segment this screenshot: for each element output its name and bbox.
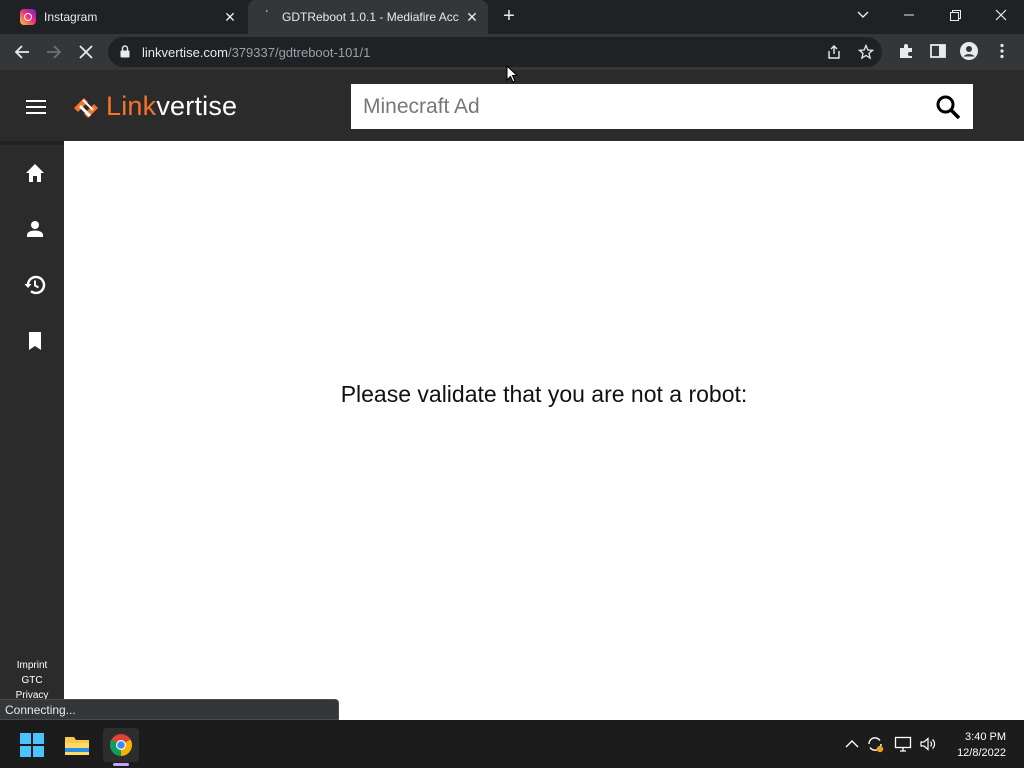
linkvertise-logo-icon — [74, 98, 98, 118]
chevron-down-icon — [857, 11, 869, 18]
sidebar: Imprint GTC Privacy — [0, 145, 64, 720]
main-content: Please validate that you are not a robot… — [64, 141, 1024, 720]
person-icon[interactable] — [23, 217, 47, 241]
new-tab-button[interactable]: + — [498, 6, 520, 28]
forward-button[interactable] — [40, 38, 68, 66]
star-icon[interactable] — [858, 44, 874, 60]
stop-button[interactable] — [72, 38, 100, 66]
windows-taskbar: 3:40 PM 12/8/2022 — [0, 720, 1024, 768]
close-icon — [79, 45, 93, 59]
folder-icon — [65, 737, 89, 755]
chrome-icon — [110, 734, 132, 756]
windows-icon — [20, 733, 44, 757]
more-vertical-icon[interactable] — [993, 42, 1011, 60]
arrow-right-icon — [47, 45, 62, 59]
url-text: linkvertise.com/379337/gdtreboot-101/1 — [142, 45, 371, 60]
arrow-left-icon — [14, 45, 29, 59]
window-close-button[interactable] — [978, 0, 1024, 30]
back-button[interactable] — [8, 38, 36, 66]
chrome-taskbar-button[interactable] — [103, 728, 139, 762]
sync-icon[interactable] — [866, 735, 884, 753]
lock-icon[interactable] — [120, 45, 130, 58]
bookmark-icon[interactable] — [23, 329, 47, 353]
close-icon — [995, 9, 1007, 21]
profile-icon[interactable] — [960, 42, 978, 60]
file-explorer-button[interactable] — [59, 728, 95, 762]
status-bubble: Connecting... — [0, 699, 339, 720]
system-clock[interactable]: 3:40 PM 12/8/2022 — [957, 729, 1006, 761]
logo-text: Linkvertise — [106, 90, 238, 121]
clock-time: 3:40 PM — [965, 731, 1006, 743]
tab-title: Instagram — [44, 10, 98, 24]
restore-icon — [949, 9, 961, 21]
imprint-link[interactable]: Imprint — [0, 660, 64, 671]
linkvertise-logo[interactable]: Linkvertise — [70, 90, 237, 122]
tab-gdtreboot[interactable]: GDTReboot 1.0.1 - Mediafire Acc ✕ — [248, 0, 488, 34]
site-search — [351, 84, 973, 129]
address-bar[interactable]: linkvertise.com/379337/gdtreboot-101/1 — [108, 37, 882, 67]
search-input[interactable] — [363, 94, 923, 120]
close-icon[interactable]: ✕ — [464, 9, 480, 25]
extensions-icon[interactable] — [897, 42, 915, 60]
clock-date: 12/8/2022 — [957, 747, 1006, 759]
history-icon[interactable] — [23, 273, 47, 297]
chevron-up-icon[interactable] — [843, 735, 861, 753]
network-icon[interactable] — [894, 735, 912, 753]
mouse-cursor-icon — [506, 65, 518, 83]
restore-button[interactable] — [932, 0, 978, 30]
tab-instagram[interactable]: Instagram ✕ — [0, 0, 246, 34]
loading-icon — [258, 9, 274, 25]
volume-icon[interactable] — [919, 735, 937, 753]
minimize-icon — [904, 14, 914, 16]
home-icon[interactable] — [23, 161, 47, 185]
search-icon[interactable] — [935, 94, 961, 120]
close-icon[interactable]: ✕ — [222, 9, 238, 25]
tab-strip: Instagram ✕ GDTReboot 1.0.1 - Mediafire … — [0, 0, 1024, 34]
menu-icon[interactable] — [26, 100, 46, 118]
active-app-indicator — [113, 763, 129, 766]
tab-search-button[interactable] — [840, 0, 886, 30]
side-panel-icon[interactable] — [929, 42, 947, 60]
tab-title: GDTReboot 1.0.1 - Mediafire Acc — [282, 10, 459, 24]
captcha-message: Please validate that you are not a robot… — [340, 381, 748, 407]
instagram-icon — [20, 9, 36, 25]
share-icon[interactable] — [826, 44, 842, 60]
gtc-link[interactable]: GTC — [0, 675, 64, 686]
minimize-button[interactable] — [886, 0, 932, 30]
start-button[interactable] — [14, 728, 50, 762]
